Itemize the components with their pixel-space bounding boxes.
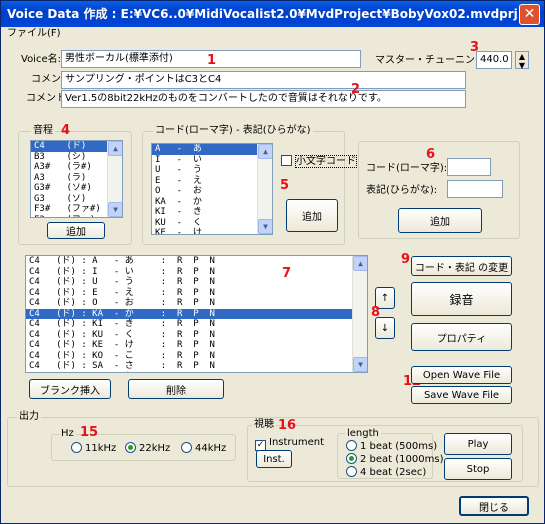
voice-entry-list[interactable]: C4 (ド) : A - あ : R P N C4 (ド) : I - い : R… bbox=[25, 255, 368, 373]
voice-name-label: Voice名: bbox=[21, 54, 61, 65]
tuning-spinner[interactable]: ▲ ▼ bbox=[515, 51, 529, 70]
code-group-title: コード(ローマ字) - 表記(ひらがな) bbox=[153, 125, 313, 137]
voice-entry-row[interactable]: C4 (ド) : SI - し : R P N bbox=[26, 372, 367, 373]
code-add-button[interactable]: 追加 bbox=[286, 199, 338, 232]
delete-button[interactable]: 削除 bbox=[128, 379, 224, 399]
radio-selected-icon[interactable] bbox=[125, 442, 136, 453]
annotation-2: 2 bbox=[351, 82, 361, 97]
scroll-down-icon[interactable]: ▼ bbox=[353, 357, 367, 372]
code-list[interactable]: A - あI - いU - うE - えO - お KA - か KI - き KU … bbox=[151, 143, 273, 235]
master-tuning-input[interactable]: 440.0 bbox=[476, 51, 512, 69]
menu-file[interactable]: ファイル(F) bbox=[7, 28, 61, 39]
voice-entry-row[interactable]: C4 (ド) : E - え : R P N bbox=[26, 288, 367, 299]
radio-icon[interactable] bbox=[71, 442, 82, 453]
pitch-add-button[interactable]: 追加 bbox=[47, 222, 105, 239]
voice-entry-row[interactable]: C4 (ド) : SA - さ : R P N bbox=[26, 361, 367, 372]
code-list-item[interactable]: A - あ bbox=[152, 144, 272, 155]
annotation-4: 4 bbox=[61, 123, 71, 138]
voice-data-window: Voice Data 作成 : E:¥VC6..0¥MidiVocalist2.… bbox=[0, 0, 545, 524]
instrument-checkbox[interactable]: ✓ Instrument bbox=[255, 437, 324, 451]
length-4beat-radio[interactable]: 4 beat (2sec) bbox=[346, 466, 426, 479]
annotation-1: 1 bbox=[207, 53, 217, 68]
voice-entry-row[interactable]: C4 (ド) : A - あ : R P N bbox=[26, 256, 367, 267]
scroll-up-icon[interactable]: ▲ bbox=[353, 256, 367, 271]
open-wave-file-button[interactable]: Open Wave File bbox=[411, 366, 512, 384]
hz-11k-radio[interactable]: 11kHz bbox=[71, 442, 116, 455]
annotation-16: 16 bbox=[278, 418, 297, 433]
voice-entry-row[interactable]: C4 (ド) : I - い : R P N bbox=[26, 267, 367, 278]
close-window-button[interactable]: ✕ bbox=[519, 4, 540, 25]
pitch-list[interactable]: C4 (ド) B3 (シ) A3# (ラ#) A3 (ラ) G3# (ソ#) G3 (ソ)… bbox=[30, 140, 123, 218]
pitch-list-scrollbar[interactable]: ▲ ▼ bbox=[107, 141, 122, 217]
output-group-title: 出力 bbox=[17, 411, 41, 423]
radio-icon[interactable] bbox=[346, 466, 357, 477]
scroll-down-icon[interactable]: ▼ bbox=[258, 219, 272, 234]
move-down-button[interactable]: ↓ bbox=[375, 317, 395, 339]
radio-selected-icon[interactable] bbox=[346, 453, 357, 464]
notation-hiragana-input[interactable] bbox=[447, 180, 503, 198]
length-1beat-radio[interactable]: 1 beat (500ms) bbox=[346, 440, 437, 453]
scroll-down-icon[interactable]: ▼ bbox=[108, 202, 122, 217]
play-button[interactable]: Play bbox=[444, 433, 512, 455]
code-entry-add-button[interactable]: 追加 bbox=[398, 208, 482, 233]
hz-group-title: Hz bbox=[59, 428, 76, 440]
title-bar: Voice Data 作成 : E:¥VC6..0¥MidiVocalist2.… bbox=[1, 1, 544, 27]
scroll-up-icon[interactable]: ▲ bbox=[258, 144, 272, 159]
code-list-item[interactable]: U - う bbox=[152, 165, 272, 176]
radio-icon[interactable] bbox=[346, 440, 357, 451]
code-list-item[interactable]: KE - け bbox=[152, 228, 272, 234]
change-code-notation-button[interactable]: コード・表記 の変更 bbox=[411, 256, 512, 276]
stop-button[interactable]: Stop bbox=[444, 458, 512, 480]
code-list-item[interactable]: O - お bbox=[152, 186, 272, 197]
annotation-7: 7 bbox=[282, 266, 292, 281]
inst-button[interactable]: Inst. bbox=[256, 450, 292, 468]
spin-down-icon[interactable]: ▼ bbox=[516, 61, 528, 70]
spin-up-icon[interactable]: ▲ bbox=[516, 52, 528, 61]
length-2beat-radio[interactable]: 2 beat (1000ms) bbox=[346, 453, 443, 466]
property-button[interactable]: プロパティ bbox=[411, 323, 512, 351]
hz-22k-radio[interactable]: 22kHz bbox=[125, 442, 170, 455]
save-wave-file-button[interactable]: Save Wave File bbox=[411, 386, 512, 404]
scroll-up-icon[interactable]: ▲ bbox=[108, 141, 122, 156]
code-list-item[interactable]: KI - き bbox=[152, 207, 272, 218]
lowercase-code-label: 小文字コード bbox=[295, 155, 357, 168]
voice-entry-row[interactable]: C4 (ド) : KO - こ : R P N bbox=[26, 351, 367, 362]
code-list-item[interactable]: I - い bbox=[152, 155, 272, 166]
code-list-scrollbar[interactable]: ▲ ▼ bbox=[257, 144, 272, 234]
annotation-5: 5 bbox=[280, 178, 290, 193]
annotation-9: 9 bbox=[401, 252, 411, 267]
lowercase-code-checkbox[interactable]: 小文字コード bbox=[281, 155, 357, 168]
record-button[interactable]: 録音 bbox=[411, 282, 512, 316]
notation-hiragana-label: 表記(ひらがな): bbox=[366, 185, 438, 196]
annotation-15: 15 bbox=[80, 425, 99, 440]
annotation-6: 6 bbox=[426, 147, 436, 162]
voice-entry-row[interactable]: C4 (ド) : KI - き : R P N bbox=[26, 319, 367, 330]
voice-entry-list-scrollbar[interactable]: ▲ ▼ bbox=[352, 256, 367, 372]
checkbox-icon[interactable] bbox=[281, 155, 292, 166]
code-romaji-label: コード(ローマ字): bbox=[366, 163, 448, 174]
listen-group-title: 視聴 bbox=[252, 419, 276, 431]
code-list-item[interactable]: KU - く bbox=[152, 218, 272, 229]
length-group-title: length bbox=[345, 428, 381, 440]
blank-insert-button[interactable]: ブランク挿入 bbox=[29, 379, 111, 399]
code-romaji-input[interactable] bbox=[447, 158, 491, 176]
window-title: Voice Data 作成 : E:¥VC6..0¥MidiVocalist2.… bbox=[7, 7, 518, 21]
radio-icon[interactable] bbox=[181, 442, 192, 453]
voice-entry-row[interactable]: C4 (ド) : O - お : R P N bbox=[26, 298, 367, 309]
close-button[interactable]: 閉じる bbox=[459, 496, 529, 516]
voice-entry-row[interactable]: C4 (ド) : U - う : R P N bbox=[26, 277, 367, 288]
voice-entry-row[interactable]: C4 (ド) : KU - く : R P N bbox=[26, 330, 367, 341]
comment2-input[interactable]: Ver1.5の8bit22kHzのものをコンバートしたので音質はそれなりです。 bbox=[61, 90, 466, 108]
comment-input[interactable]: サンプリング・ポイントはC3とC4 bbox=[61, 71, 466, 89]
hz-44k-radio[interactable]: 44kHz bbox=[181, 442, 226, 455]
voice-entry-row[interactable]: C4 (ド) : KE - け : R P N bbox=[26, 340, 367, 351]
menu-bar: ファイル(F) bbox=[1, 27, 544, 41]
code-list-item[interactable]: E - え bbox=[152, 176, 272, 187]
pitch-group-title: 音程 bbox=[31, 125, 55, 137]
annotation-3: 3 bbox=[470, 40, 480, 55]
code-list-item[interactable]: KA - か bbox=[152, 197, 272, 208]
voice-entry-row[interactable]: C4 (ド) : KA - か : R P N bbox=[26, 308, 367, 319]
